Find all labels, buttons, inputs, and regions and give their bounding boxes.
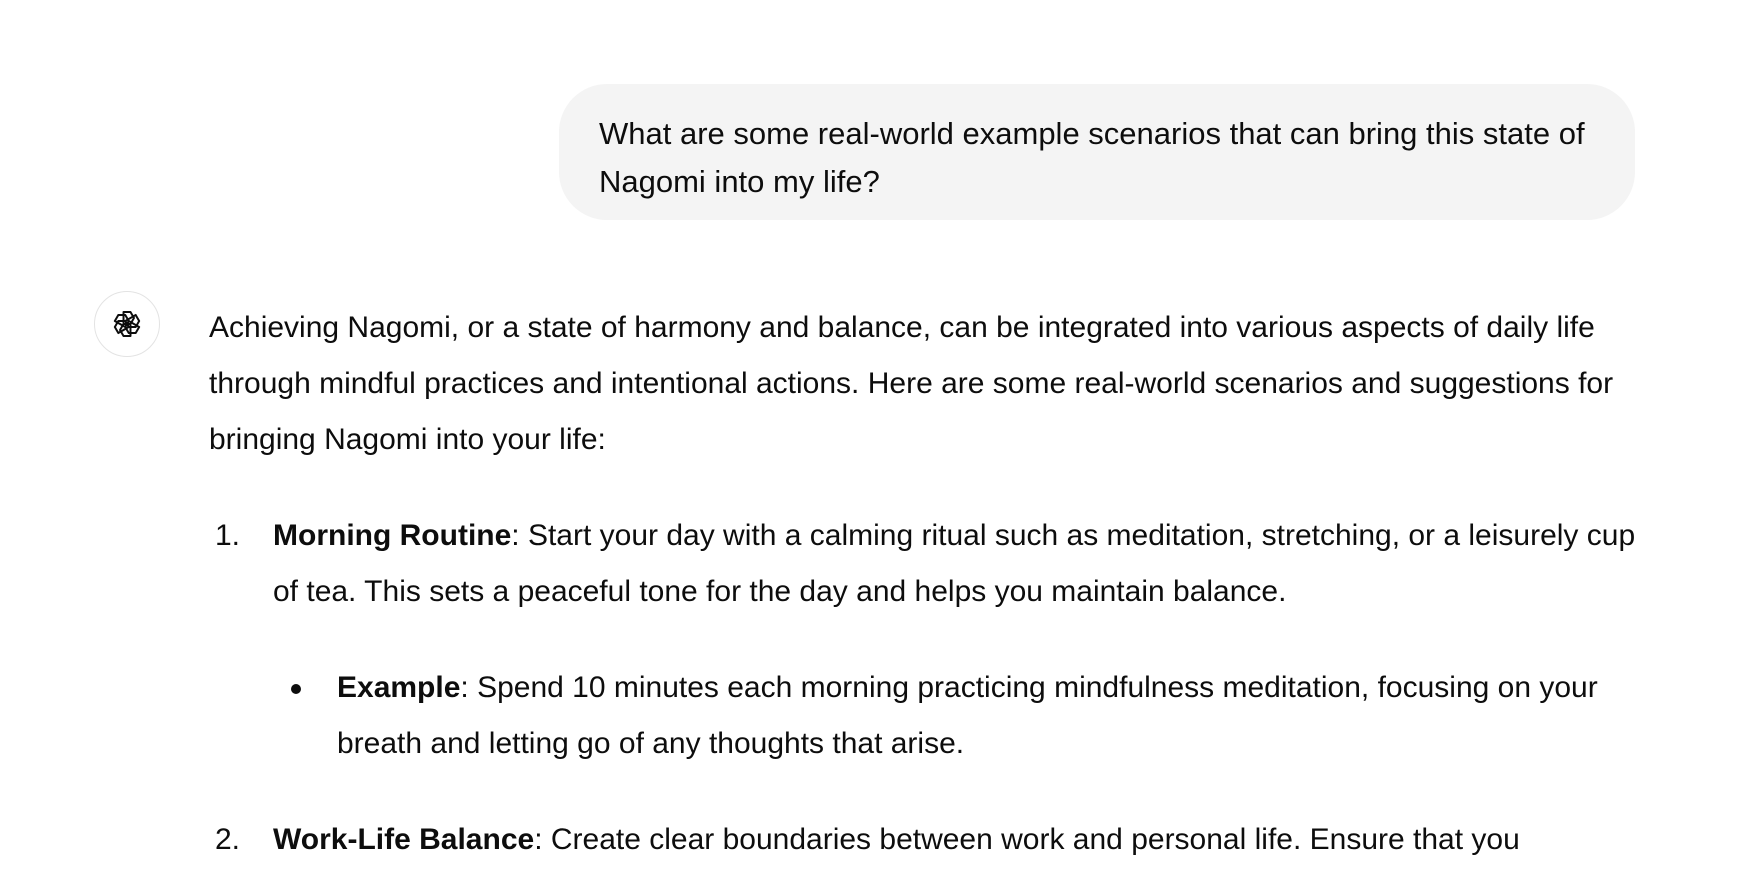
bullet-icon (291, 684, 301, 694)
assistant-avatar (94, 291, 160, 357)
user-message-bubble: What are some real-world example scenari… (559, 84, 1635, 220)
sub-list-item: Example: Spend 10 minutes each morning p… (273, 660, 1639, 772)
openai-logo-icon (113, 310, 141, 338)
assistant-message: Achieving Nagomi, or a state of harmony … (209, 300, 1639, 874)
list-item-number: 1. (215, 519, 241, 552)
assistant-intro: Achieving Nagomi, or a state of harmony … (209, 311, 1614, 456)
suggestion-list: 1. Morning Routine: Start your day with … (209, 508, 1639, 868)
list-item: 1. Morning Routine: Start your day with … (209, 508, 1639, 772)
list-item-title: Morning Routine (273, 519, 512, 552)
user-message-text: What are some real-world example scenari… (599, 116, 1585, 199)
list-item-number: 2. (215, 823, 241, 856)
sub-list: Example: Spend 10 minutes each morning p… (273, 660, 1639, 772)
sub-item-body: : Spend 10 minutes each morning practici… (337, 671, 1598, 760)
list-item: 2. Work-Life Balance: Create clear bound… (209, 812, 1639, 868)
list-item-body: : Create clear boundaries between work a… (534, 823, 1520, 856)
list-item-title: Work-Life Balance (273, 823, 535, 856)
sub-item-title: Example (337, 671, 461, 704)
